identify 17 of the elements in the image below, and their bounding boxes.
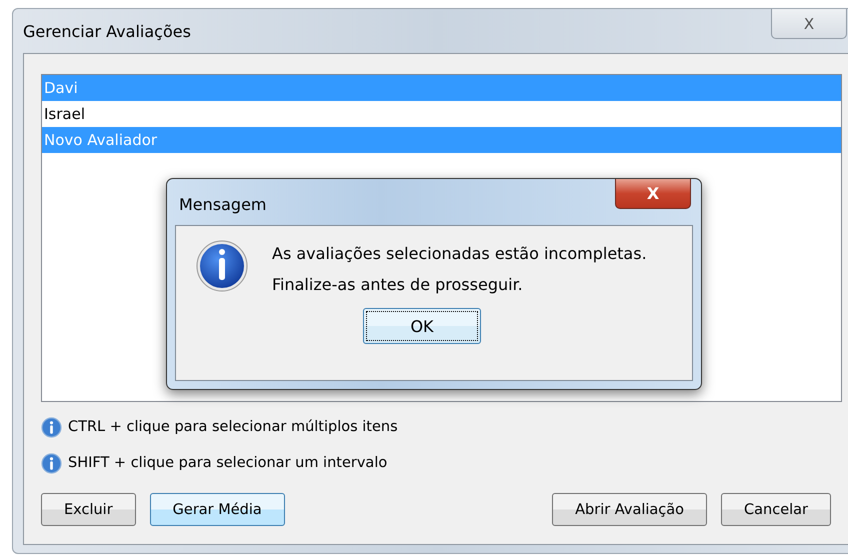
ok-button[interactable]: OK xyxy=(363,308,481,344)
hint-text: SHIFT + clique para selecionar um intervalo xyxy=(68,455,388,471)
action-button[interactable]: Gerar Média xyxy=(150,493,285,526)
message-text: As avaliações selecionadas estão incompletas. xyxy=(272,243,647,265)
action-button[interactable]: Excluir xyxy=(41,493,136,526)
info-icon xyxy=(196,240,248,292)
close-button[interactable]: X xyxy=(771,9,847,39)
info-icon xyxy=(41,452,62,474)
info-icon xyxy=(41,416,62,438)
action-button[interactable]: Cancelar xyxy=(721,493,831,526)
message-text: Finalize-as antes de prosseguir. xyxy=(272,274,524,296)
dialog-title: Mensagem xyxy=(178,194,267,214)
action-button[interactable]: Abrir Avaliação xyxy=(552,493,708,526)
list-item[interactable]: Israel xyxy=(42,101,841,127)
close-button[interactable]: X xyxy=(615,179,691,209)
window-title: Gerenciar Avaliações xyxy=(23,22,191,40)
hint-text: CTRL + clique para selecionar múltiplos itens xyxy=(68,419,398,435)
